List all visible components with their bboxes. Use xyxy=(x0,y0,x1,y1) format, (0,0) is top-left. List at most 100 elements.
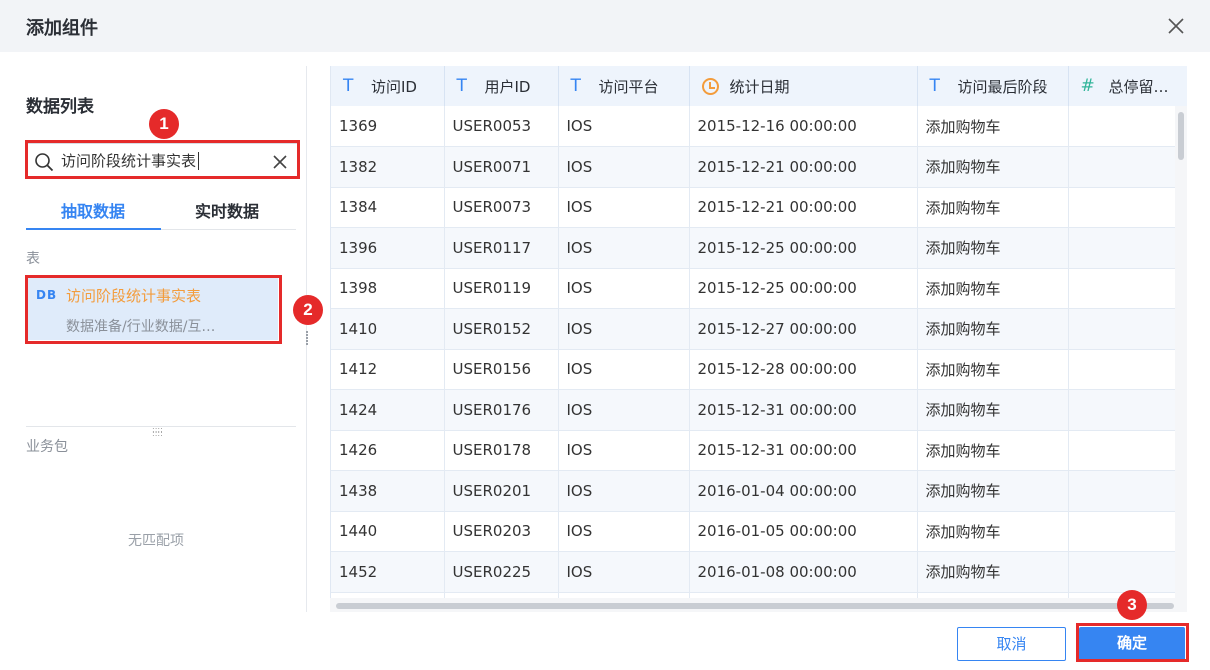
text-type-icon: T xyxy=(570,76,581,96)
table-cell: 4 xyxy=(1068,470,1187,512)
data-source-tabs: 抽取数据 实时数据 xyxy=(26,192,296,230)
table-cell: IOS xyxy=(558,389,690,431)
table-cell: USER0203 xyxy=(444,511,559,552)
table-cell: IOS xyxy=(558,268,690,309)
vertical-scrollbar-thumb[interactable] xyxy=(1178,112,1184,160)
table-row: 1398USER0119IOS2015-12-25 00:00:00添加购物车1… xyxy=(331,268,1187,309)
grid-body: 1369USER0053IOS2015-12-16 00:00:00添加购物车2… xyxy=(331,106,1187,598)
tab-extract-data[interactable]: 抽取数据 xyxy=(61,198,125,222)
column-header[interactable]: 统计日期 xyxy=(689,66,918,106)
annotation-badge: 2 xyxy=(293,295,323,325)
vertical-scrollbar[interactable] xyxy=(1175,106,1187,598)
cancel-button[interactable]: 取消 xyxy=(957,627,1066,661)
table-cell: 2016-01-04 00:00:00 xyxy=(689,470,918,512)
table-cell: 1,8 xyxy=(1068,389,1187,431)
table-cell: 1382 xyxy=(331,146,445,188)
table-cell: 2,8 xyxy=(1068,106,1187,147)
column-header[interactable]: # 总停留… xyxy=(1068,66,1187,106)
table-cell: 1426 xyxy=(331,430,445,471)
table-row: 1410USER0152IOS2015-12-27 00:00:00添加购物车3… xyxy=(331,308,1187,350)
table-list-item[interactable]: DB 访问阶段统计事实表 数据准备/行业数据/互… xyxy=(28,276,278,340)
table-cell: 1452 xyxy=(331,551,445,593)
table-cell: USER0156 xyxy=(444,349,559,390)
table-row: 1369USER0053IOS2015-12-16 00:00:00添加购物车2… xyxy=(331,106,1187,147)
column-header[interactable]: T 用户ID xyxy=(444,66,559,106)
table-cell: USER0053 xyxy=(444,106,559,147)
table-cell: IOS xyxy=(558,470,690,512)
table-cell: 3,9 xyxy=(1068,308,1187,350)
clear-icon[interactable] xyxy=(271,153,289,171)
column-header[interactable]: T 访问最后阶段 xyxy=(917,66,1069,106)
close-icon[interactable] xyxy=(1166,16,1186,36)
table-cell: 2015-12-21 00:00:00 xyxy=(689,146,918,188)
table-cell: IOS xyxy=(558,146,690,188)
table-cell: USER0201 xyxy=(444,470,559,512)
table-cell: IOS xyxy=(558,349,690,390)
table-cell: IOS xyxy=(558,551,690,593)
table-row: 1412USER0156IOS2015-12-28 00:00:00添加购物车2… xyxy=(331,349,1187,390)
table-cell: USER0119 xyxy=(444,268,559,309)
table-cell: 1440 xyxy=(331,511,445,552)
column-label: 访问最后阶段 xyxy=(957,77,1048,96)
package-section-label: 业务包 xyxy=(26,439,68,455)
clock-icon xyxy=(701,77,719,95)
table-cell: 2015-12-21 00:00:00 xyxy=(689,187,918,228)
text-type-icon: T xyxy=(929,76,940,96)
table-row: 1452USER0225IOS2016-01-08 00:00:00添加购物车8 xyxy=(331,551,1187,593)
column-label: 统计日期 xyxy=(729,77,790,96)
table-cell: 1438 xyxy=(331,470,445,512)
table-cell: 2015-12-31 00:00:00 xyxy=(689,389,918,431)
table-cell: USER0117 xyxy=(444,227,559,269)
column-header[interactable]: T 访问平台 xyxy=(558,66,690,106)
column-label: 访问ID xyxy=(371,77,417,96)
table-path: 数据准备/行业数据/互… xyxy=(66,319,216,335)
dialog-titlebar: 添加组件 xyxy=(0,0,1210,52)
table-cell: 添加购物车 xyxy=(917,146,1069,188)
column-header[interactable]: T 访问ID xyxy=(331,66,445,106)
table-cell: IOS xyxy=(558,227,690,269)
table-cell: 添加购物车 xyxy=(917,106,1069,147)
column-label: 用户ID xyxy=(484,77,531,96)
table-cell: 2015-12-28 00:00:00 xyxy=(689,349,918,390)
table-cell: USER0071 xyxy=(444,146,559,188)
active-tab-indicator xyxy=(26,228,161,230)
table-cell: USER0152 xyxy=(444,308,559,350)
row-resize-handle[interactable]: :::::::: xyxy=(152,426,163,438)
dialog-title: 添加组件 xyxy=(26,18,98,39)
table-cell: USER0178 xyxy=(444,430,559,471)
table-cell: 添加购物车 xyxy=(917,470,1069,512)
table-cell: 2015-12-25 00:00:00 xyxy=(689,227,918,269)
table-row: 1382USER0071IOS2015-12-21 00:00:00添加购物车2 xyxy=(331,146,1187,188)
table-row: 1424USER0176IOS2015-12-31 00:00:00添加购物车1… xyxy=(331,389,1187,431)
table-cell: 2,9 xyxy=(1068,349,1187,390)
table-cell: 2016-01-05 00:00:00 xyxy=(689,511,918,552)
horizontal-scrollbar-thumb[interactable] xyxy=(336,603,1174,609)
grid-header-row: T 访问ID T 用户ID T 访问平台 统计日期 T 访问最后阶段 # 总停留… xyxy=(331,66,1187,106)
tab-realtime-data[interactable]: 实时数据 xyxy=(195,198,259,222)
text-type-icon: T xyxy=(343,76,354,96)
data-preview-grid: T 访问ID T 用户ID T 访问平台 统计日期 T 访问最后阶段 # 总停留… 136… xyxy=(330,66,1187,598)
table-cell: 添加购物车 xyxy=(917,268,1069,309)
annotation-badge: 1 xyxy=(149,109,179,139)
text-type-icon: T xyxy=(456,76,467,96)
ok-button[interactable]: 确定 xyxy=(1079,627,1185,661)
table-cell: 1398 xyxy=(331,268,445,309)
table-cell: 8 xyxy=(1068,551,1187,593)
table-cell: 添加购物车 xyxy=(917,227,1069,269)
table-cell: 2,9 xyxy=(1068,187,1187,228)
table-cell: 1,1 xyxy=(1068,268,1187,309)
annotation-badge: 3 xyxy=(1117,590,1147,620)
table-cell: USER0225 xyxy=(444,551,559,593)
table-cell: 2016-01-08 00:00:00 xyxy=(689,551,918,593)
table-row: 1440USER0203IOS2016-01-05 00:00:00添加购物车4… xyxy=(331,511,1187,552)
table-cell: 添加购物车 xyxy=(917,551,1069,593)
table-cell: USER0073 xyxy=(444,187,559,228)
search-input[interactable]: 访问阶段统计事实表 xyxy=(26,143,299,179)
column-resize-handle[interactable] xyxy=(305,330,311,350)
table-cell: 添加购物车 xyxy=(917,511,1069,552)
search-value[interactable]: 访问阶段统计事实表 xyxy=(61,152,200,170)
table-cell: 1396 xyxy=(331,227,445,269)
table-cell: IOS xyxy=(558,187,690,228)
table-cell: 添加购物车 xyxy=(917,308,1069,350)
table-cell: 2 xyxy=(1068,146,1187,188)
